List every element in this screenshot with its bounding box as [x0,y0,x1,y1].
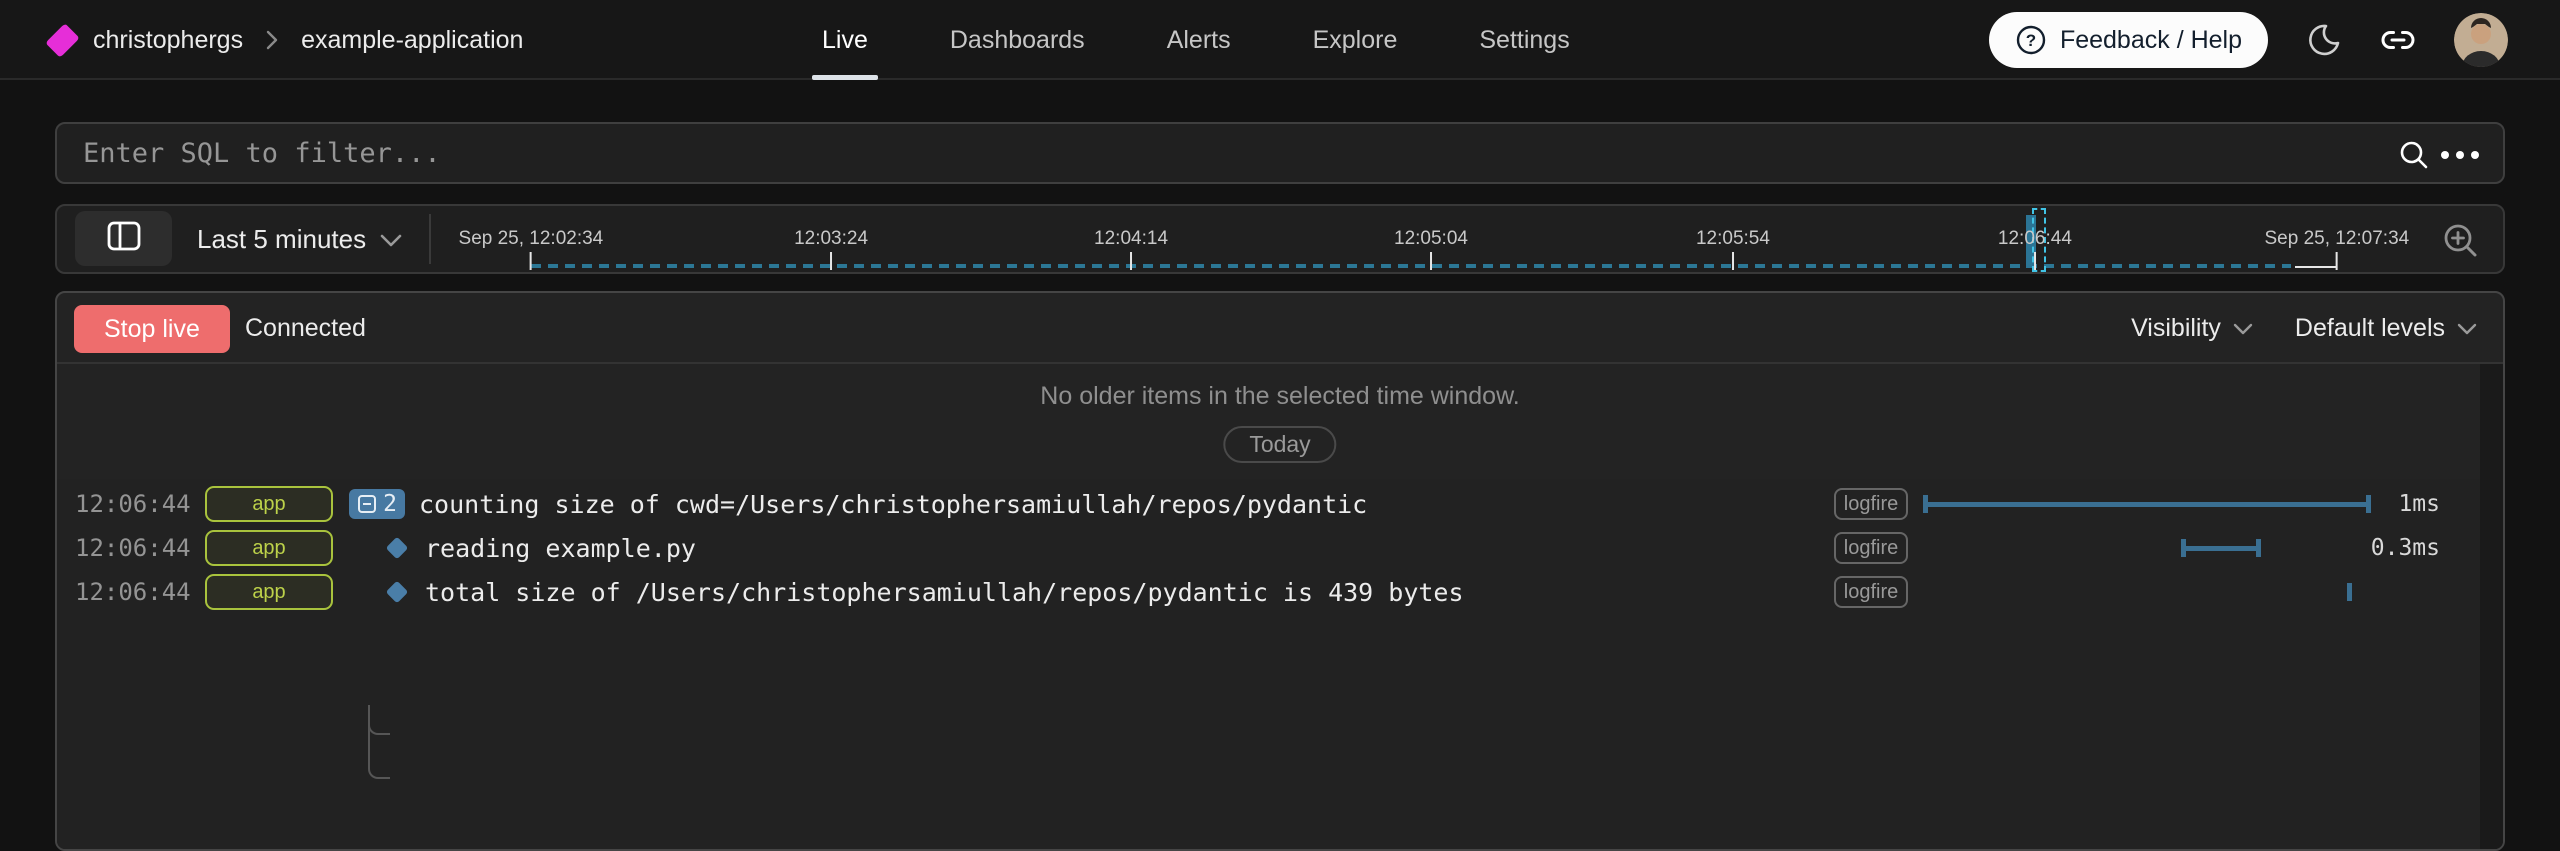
breadcrumb-project[interactable]: example-application [301,26,523,55]
chevron-down-icon [2233,314,2253,343]
more-options-icon[interactable] [2441,144,2479,166]
span-duration-bar[interactable] [1923,495,2371,513]
today-button[interactable]: Today [1223,426,1336,463]
duration-label: 1ms [2398,482,2440,526]
scope-badge-logfire[interactable]: logfire [1834,488,1908,520]
feedback-help-button[interactable]: ? Feedback / Help [1989,12,2268,68]
tag-badge-app[interactable]: app [205,574,333,610]
timeline-tick: 12:04:14 [1094,206,1168,270]
timeline-tick: 12:06:44 [1998,206,2072,270]
visibility-dropdown[interactable]: Visibility [2131,314,2253,343]
timeline-tick: 12:05:54 [1696,206,1770,270]
tree-connector-line [368,705,370,761]
theme-moon-icon[interactable] [2306,22,2342,58]
collapse-count: 2 [383,491,397,517]
row-timestamp: 12:06:44 [75,482,191,526]
empty-message: No older items in the selected time wind… [57,382,2503,411]
tag-badge-app[interactable]: app [205,486,333,522]
square-minus-icon [357,494,377,514]
logfire-logo-icon[interactable] [45,23,79,57]
scope-badge-logfire[interactable]: logfire [1834,576,1908,608]
row-timestamp: 12:06:44 [75,570,191,614]
duration-track [1917,570,2477,614]
tab-dashboards[interactable]: Dashboards [950,0,1085,80]
connection-status: Connected [245,293,366,364]
empty-state: No older items in the selected time wind… [57,364,2503,479]
sql-filter-input[interactable] [57,124,2503,182]
span-message[interactable]: total size of /Users/christophersamiulla… [425,570,1464,614]
scrollbar-gutter[interactable] [2480,364,2503,849]
duration-label: 0.3ms [2371,526,2440,570]
trace-rows: 12:06:44 app 2 counting size of cwd=/Use… [57,479,2503,849]
collapse-toggle[interactable]: 2 [349,489,405,519]
svg-text:?: ? [2026,31,2036,50]
row-timestamp: 12:06:44 [75,526,191,570]
trace-row[interactable]: 12:06:44 app 2 counting size of cwd=/Use… [57,482,2480,526]
zoom-in-icon[interactable] [2441,221,2481,266]
divider [429,214,431,264]
tab-settings[interactable]: Settings [1479,0,1569,80]
visibility-label: Visibility [2131,314,2221,343]
chevron-right-icon [263,29,281,51]
time-range-select[interactable]: Last 5 minutes [197,206,402,272]
span-diamond-icon [386,537,409,560]
share-link-icon[interactable] [2380,22,2416,58]
top-nav: christophergs example-application Live D… [0,0,2560,80]
span-message[interactable]: counting size of cwd=/Users/christophers… [419,482,1367,526]
tag-badge-app[interactable]: app [205,530,333,566]
span-duration-tick[interactable] [2347,583,2352,601]
stop-live-button[interactable]: Stop live [74,305,230,353]
chevron-down-icon [2457,314,2477,343]
breadcrumb-org[interactable]: christophergs [93,26,243,55]
tree-connector-elbow [368,760,390,779]
timeline-tick: 12:05:04 [1394,206,1468,270]
trace-row[interactable]: 12:06:44 app total size of /Users/christ… [57,570,2480,614]
question-circle-icon: ? [2015,24,2047,56]
time-range-label: Last 5 minutes [197,224,366,255]
live-controls: Stop live Connected Visibility Default l… [57,293,2503,364]
chevron-down-icon [380,224,402,255]
trace-row[interactable]: 12:06:44 app reading example.py logfire … [57,526,2480,570]
live-view-panel: Stop live Connected Visibility Default l… [55,291,2505,851]
default-levels-label: Default levels [2295,314,2445,343]
breadcrumb: christophergs example-application [52,0,523,80]
span-message[interactable]: reading example.py [425,526,696,570]
tab-alerts[interactable]: Alerts [1167,0,1231,80]
duration-track [1917,482,2477,526]
tab-explore[interactable]: Explore [1313,0,1398,80]
default-levels-dropdown[interactable]: Default levels [2295,314,2477,343]
scope-badge-logfire[interactable]: logfire [1834,532,1908,564]
timeline-tick: Sep 25, 12:07:34 [2264,206,2409,270]
sql-filter-bar [55,122,2505,184]
sidebar-panel-icon [107,221,141,256]
tab-live[interactable]: Live [822,0,868,80]
sidebar-toggle-button[interactable] [75,211,172,266]
timeline-tick: Sep 25, 12:02:34 [459,206,604,270]
user-avatar[interactable] [2454,13,2508,67]
span-diamond-icon [386,581,409,604]
timeline-tick: 12:03:24 [794,206,868,270]
tree-connector-elbow [368,716,390,735]
span-duration-bar[interactable] [2181,539,2261,557]
search-icon[interactable] [2397,138,2431,172]
nav-right-cluster: ? Feedback / Help [1989,0,2508,80]
feedback-help-label: Feedback / Help [2060,26,2242,55]
nav-tabs: Live Dashboards Alerts Explore Settings [822,0,1570,80]
time-range-bar: Last 5 minutes Sep 25, 12:02:34 12:03:24… [55,204,2505,274]
timeline[interactable]: Sep 25, 12:02:34 12:03:24 12:04:14 12:05… [442,206,2422,272]
